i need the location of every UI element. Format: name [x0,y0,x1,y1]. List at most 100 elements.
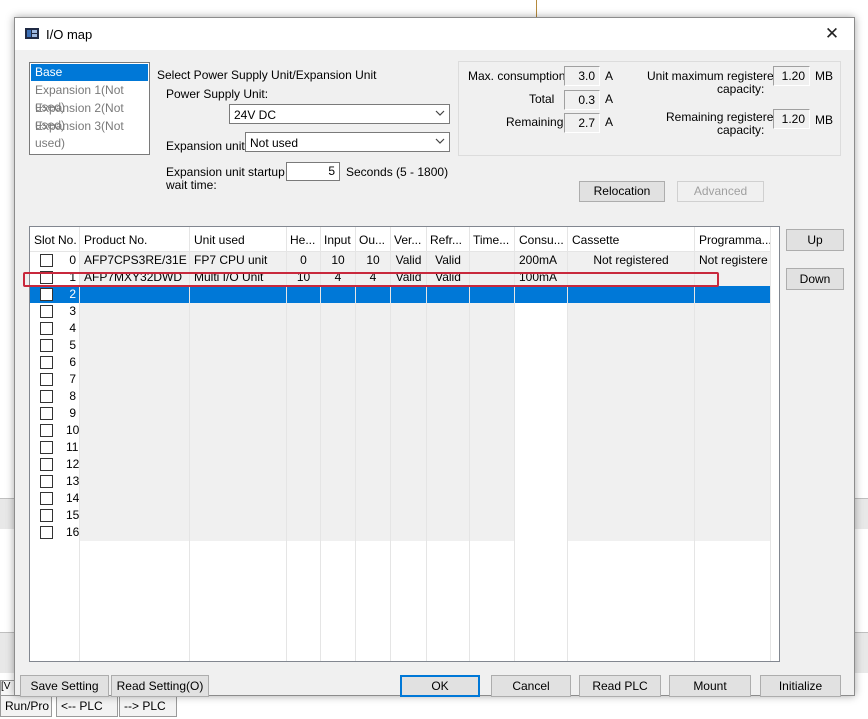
remaining-label: Remaining [506,115,564,129]
slot-checkbox[interactable] [40,390,53,403]
cell-product-no [80,524,190,541]
cell-consumption [515,524,568,541]
slot-number: 9 [69,406,76,420]
column-header-head[interactable]: He... [287,227,321,251]
table-row[interactable]: 1 AFP7MXY32DWD Multi I/O Unit 10 4 4 Valid Vali… [30,269,771,286]
background-tab-from-plc[interactable]: <-- PLC [56,695,118,717]
slot-checkbox[interactable] [40,509,53,522]
cell-program [695,524,771,541]
startup-wait-input[interactable]: 5 [286,162,340,181]
table-row[interactable]: 0 AFP7CPS3RE/31E FP7 CPU unit 0 10 10 Valid Val… [30,252,771,269]
up-button[interactable]: Up [786,229,844,251]
column-header-unit-used[interactable]: Unit used [190,227,287,251]
table-row[interactable]: 5 [30,337,771,354]
table-row[interactable]: 7 [30,371,771,388]
column-header-verify[interactable]: Ver... [391,227,427,251]
table-row[interactable]: 6 [30,354,771,371]
slot-checkbox[interactable] [40,407,53,420]
cell-program [695,422,771,439]
cell-time [470,388,515,405]
column-header-input[interactable]: Input [321,227,356,251]
background-tab-run-pro[interactable]: Run/Pro [0,695,52,717]
cell-consumption [515,507,568,524]
slot-checkbox[interactable] [40,356,53,369]
ok-button[interactable]: OK [400,675,480,697]
cell-unit-used [190,405,287,422]
empty-column-product-no [80,541,190,661]
down-button[interactable]: Down [786,268,844,290]
table-row[interactable]: 12 [30,456,771,473]
cell-product-no [80,439,190,456]
background-tab-to-plc[interactable]: --> PLC [119,695,177,717]
empty-column-cassette [568,541,695,661]
table-row[interactable]: 14 [30,490,771,507]
cancel-button[interactable]: Cancel [491,675,571,697]
column-header-slot-no[interactable]: Slot No. [30,227,80,251]
cell-refresh [427,354,470,371]
cell-consumption [515,439,568,456]
read-plc-button[interactable]: Read PLC [579,675,661,697]
table-row[interactable]: 15 [30,507,771,524]
cell-head [287,456,321,473]
remaining-capacity-unit: MB [815,113,833,127]
advanced-button[interactable]: Advanced [677,181,764,202]
read-setting-button[interactable]: Read Setting(O) [111,675,209,697]
slot-checkbox[interactable] [40,475,53,488]
scrollbar-track[interactable] [771,227,779,661]
column-header-consumption[interactable]: Consu... [515,227,568,251]
unit-list-item-expansion-1[interactable]: Expansion 1(Not used) [31,82,148,114]
slot-checkbox[interactable] [40,322,53,335]
chevron-down-icon [435,138,445,144]
slot-checkbox[interactable] [40,441,53,454]
table-row[interactable]: 11 [30,439,771,456]
relocation-button[interactable]: Relocation [579,181,665,202]
slot-checkbox[interactable] [40,458,53,471]
cell-input [321,456,356,473]
table-row[interactable]: 4 [30,320,771,337]
table-row[interactable]: 10 [30,422,771,439]
slot-checkbox[interactable] [40,271,53,284]
unit-list[interactable]: Base Expansion 1(Not used) Expansion 2(N… [29,62,150,155]
slot-checkbox[interactable] [40,254,53,267]
column-header-cassette[interactable]: Cassette [568,227,695,251]
cell-time [470,439,515,456]
table-row[interactable]: 3 [30,303,771,320]
column-header-time[interactable]: Time... [470,227,515,251]
unit-list-item-expansion-3[interactable]: Expansion 3(Not used) [31,118,148,150]
cell-verify [391,422,427,439]
unit-list-item-base[interactable]: Base [31,64,148,81]
max-consumption-label: Max. consumption [468,69,566,83]
slot-checkbox[interactable] [40,305,53,318]
column-header-refresh[interactable]: Refr... [427,227,470,251]
slot-checkbox[interactable] [40,373,53,386]
initialize-button[interactable]: Initialize [760,675,841,697]
chevron-down-icon [435,110,445,116]
table-row[interactable]: 8 [30,388,771,405]
slot-checkbox[interactable] [40,492,53,505]
expansion-unit-value: Not used [250,136,299,150]
cell-input: 4 [321,269,356,286]
table-row[interactable]: 13 [30,473,771,490]
cell-refresh [427,507,470,524]
table-row[interactable]: ✓ 2 [30,286,771,303]
background-panel-left-lower [0,632,14,673]
column-header-output[interactable]: Ou... [356,227,391,251]
slot-checkbox[interactable] [40,526,53,539]
slot-checkbox[interactable]: ✓ [40,288,53,301]
startup-label-line2: wait time: [166,178,217,192]
column-header-product-no[interactable]: Product No. [80,227,190,251]
mount-button[interactable]: Mount [669,675,751,697]
cell-unit-used [190,371,287,388]
expansion-unit-select[interactable]: Not used [245,132,450,152]
close-icon[interactable]: ✕ [810,18,854,50]
table-row[interactable]: 9 [30,405,771,422]
column-header-program[interactable]: Programma... [695,227,771,251]
save-setting-button[interactable]: Save Setting [20,675,109,697]
total-value: 0.3 [564,90,600,110]
slot-checkbox[interactable] [40,339,53,352]
unit-list-item-expansion-2[interactable]: Expansion 2(Not used) [31,100,148,132]
power-supply-select[interactable]: 24V DC [229,104,450,124]
slot-checkbox[interactable] [40,424,53,437]
cell-time [470,286,515,303]
table-row[interactable]: 16 [30,524,771,541]
